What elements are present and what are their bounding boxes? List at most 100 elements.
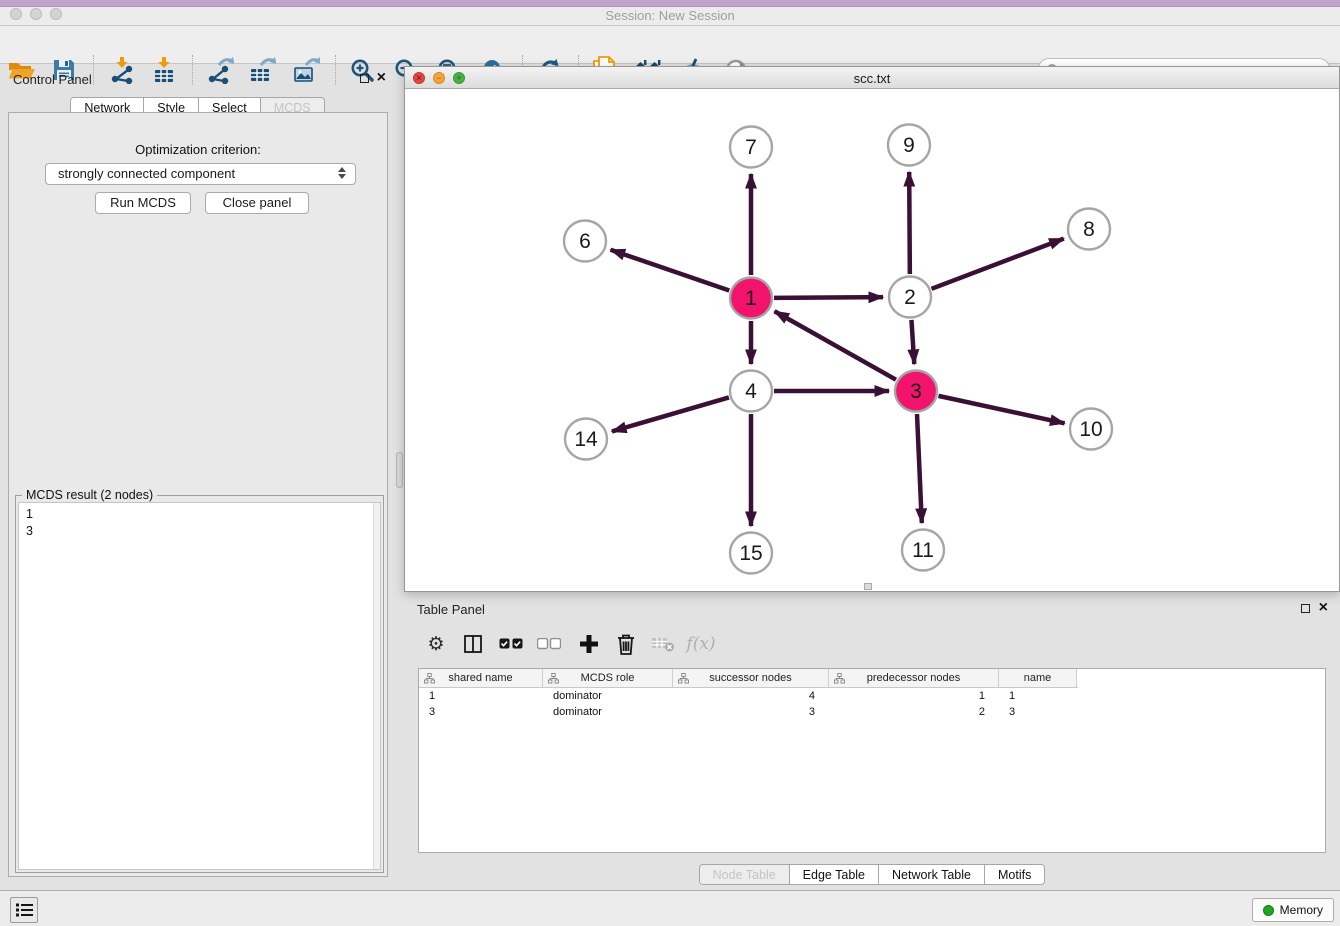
graph-node-10[interactable]: 10 xyxy=(1070,409,1112,450)
result-scrollbar[interactable] xyxy=(373,503,380,869)
dropdown-stepper-icon xyxy=(338,167,346,179)
control-panel-title: Control Panel xyxy=(13,72,92,87)
graph-node-label: 15 xyxy=(739,542,762,565)
graph-node-11[interactable]: 11 xyxy=(902,530,944,571)
column-label: shared name xyxy=(448,672,512,684)
graph-edge-4-14[interactable] xyxy=(612,397,729,431)
tab-edge-table[interactable]: Edge Table xyxy=(790,865,879,884)
cell-successor-nodes[interactable]: 3 xyxy=(673,704,829,720)
graph-edge-3-10[interactable] xyxy=(938,396,1064,423)
close-panel-button[interactable]: × xyxy=(377,68,386,88)
control-panel: Control Panel × Network Style Select MCD… xyxy=(0,66,395,882)
column-label: predecessor nodes xyxy=(867,672,961,684)
table-settings-button[interactable]: ⚙ xyxy=(423,628,449,660)
app-titlebar: Session: New Session xyxy=(0,0,1340,26)
unchecked-boxes-icon xyxy=(537,638,561,650)
network-resize-handle[interactable] xyxy=(864,583,872,590)
network-canvas[interactable]: 7 9 6 8 1 2 4 3 14 10 15 11 xyxy=(405,89,1339,591)
graph-node-4[interactable]: 4 xyxy=(730,371,772,412)
memory-button[interactable]: Memory xyxy=(1252,898,1334,922)
network-view-window: ✕ − + scc.txt 7 9 6 8 1 2 4 3 14 10 15 11 xyxy=(404,66,1340,592)
column-header-successor-nodes[interactable]: successor nodes xyxy=(673,669,829,687)
column-header-predecessor-nodes[interactable]: predecessor nodes xyxy=(829,669,999,687)
cell-shared-name[interactable]: 1 xyxy=(419,688,543,704)
mcds-result-group: MCDS result (2 nodes) 1 3 xyxy=(15,495,384,873)
graph-node-label: 1 xyxy=(745,287,757,310)
control-panel-titlebar: Control Panel × xyxy=(0,66,395,92)
trash-icon xyxy=(615,632,637,656)
close-panel-action-button[interactable]: Close panel xyxy=(205,192,309,214)
graph-edge-3-1[interactable] xyxy=(775,311,896,379)
graph-node-9[interactable]: 9 xyxy=(888,125,930,166)
tab-network-table[interactable]: Network Table xyxy=(879,865,985,884)
column-label: name xyxy=(1024,672,1052,684)
float-table-panel-button[interactable] xyxy=(1301,604,1310,613)
graph-edge-2-3[interactable] xyxy=(911,320,914,364)
table-row[interactable]: 1 dominator 4 1 1 xyxy=(419,688,1078,704)
cell-predecessor-nodes[interactable]: 2 xyxy=(829,704,999,720)
table-toolbar: ⚙ f(x) xyxy=(404,626,1340,664)
node-table: shared name MCDS role successor nodes pr… xyxy=(418,668,1326,853)
fx-icon: f(x) xyxy=(686,634,715,654)
tab-node-table[interactable]: Node Table xyxy=(700,865,790,884)
memory-label: Memory xyxy=(1280,903,1323,917)
attribute-icon xyxy=(548,673,559,684)
delete-table-button xyxy=(650,628,676,660)
graph-edge-1-2[interactable] xyxy=(774,297,883,298)
graph-node-6[interactable]: 6 xyxy=(564,221,606,262)
cell-name[interactable]: 1 xyxy=(999,688,1077,704)
graph-edge-1-6[interactable] xyxy=(611,250,730,291)
graph-edge-3-11[interactable] xyxy=(917,414,922,523)
delete-table-icon xyxy=(651,635,675,653)
graph-node-label: 11 xyxy=(912,539,934,562)
column-header-name[interactable]: name xyxy=(999,669,1077,687)
gear-icon: ⚙ xyxy=(427,633,444,656)
criterion-dropdown[interactable]: strongly connected component xyxy=(45,163,356,185)
graph-node-label: 7 xyxy=(745,136,757,159)
cell-mcds-role[interactable]: dominator xyxy=(543,704,673,720)
show-panels-button[interactable] xyxy=(10,897,38,923)
graph-node-8[interactable]: 8 xyxy=(1068,209,1110,250)
vertical-splitter-handle[interactable] xyxy=(396,452,403,488)
attribute-icon xyxy=(424,673,435,684)
memory-status-icon xyxy=(1263,905,1274,916)
delete-column-button[interactable] xyxy=(613,628,639,660)
column-header-shared-name[interactable]: shared name xyxy=(419,669,543,687)
float-panel-button[interactable] xyxy=(360,74,369,83)
attribute-icon xyxy=(678,673,689,684)
cell-name[interactable]: 3 xyxy=(999,704,1077,720)
list-icon xyxy=(16,903,33,917)
graph-edge-2-9[interactable] xyxy=(909,172,910,274)
graph-node-label: 10 xyxy=(1079,418,1102,441)
graph-node-label: 2 xyxy=(904,286,916,309)
graph-node-7[interactable]: 7 xyxy=(730,127,772,168)
network-window-titlebar[interactable]: ✕ − + scc.txt xyxy=(405,67,1339,89)
cell-shared-name[interactable]: 3 xyxy=(419,704,543,720)
add-column-button[interactable] xyxy=(576,628,602,660)
graph-node-1[interactable]: 1 xyxy=(730,278,772,319)
cell-mcds-role[interactable]: dominator xyxy=(543,688,673,704)
mcds-result-area[interactable]: 1 3 xyxy=(18,502,381,870)
column-label: successor nodes xyxy=(709,672,792,684)
split-columns-icon xyxy=(463,634,483,654)
deselect-all-button[interactable] xyxy=(536,628,562,660)
graph-node-14[interactable]: 14 xyxy=(565,419,607,460)
column-header-mcds-role[interactable]: MCDS role xyxy=(543,669,673,687)
graph-node-2[interactable]: 2 xyxy=(889,277,931,318)
function-builder-button: f(x) xyxy=(688,628,714,660)
table-panel: Table Panel × ⚙ f(x) shared name xyxy=(404,596,1340,890)
select-all-button[interactable] xyxy=(498,628,524,660)
graph-edge-2-8[interactable] xyxy=(932,239,1064,289)
cell-successor-nodes[interactable]: 4 xyxy=(673,688,829,704)
graph-node-label: 8 xyxy=(1083,218,1095,241)
graph-node-15[interactable]: 15 xyxy=(730,533,772,574)
mcds-result-title: MCDS result (2 nodes) xyxy=(22,488,157,502)
graph-node-label: 14 xyxy=(574,428,598,451)
cell-predecessor-nodes[interactable]: 1 xyxy=(829,688,999,704)
table-row[interactable]: 3 dominator 3 2 3 xyxy=(419,704,1078,720)
tab-motifs[interactable]: Motifs xyxy=(985,865,1044,884)
close-table-panel-button[interactable]: × xyxy=(1319,598,1328,618)
toggle-panes-button[interactable] xyxy=(460,628,486,660)
run-mcds-button[interactable]: Run MCDS xyxy=(95,192,191,214)
graph-node-3[interactable]: 3 xyxy=(895,371,937,412)
